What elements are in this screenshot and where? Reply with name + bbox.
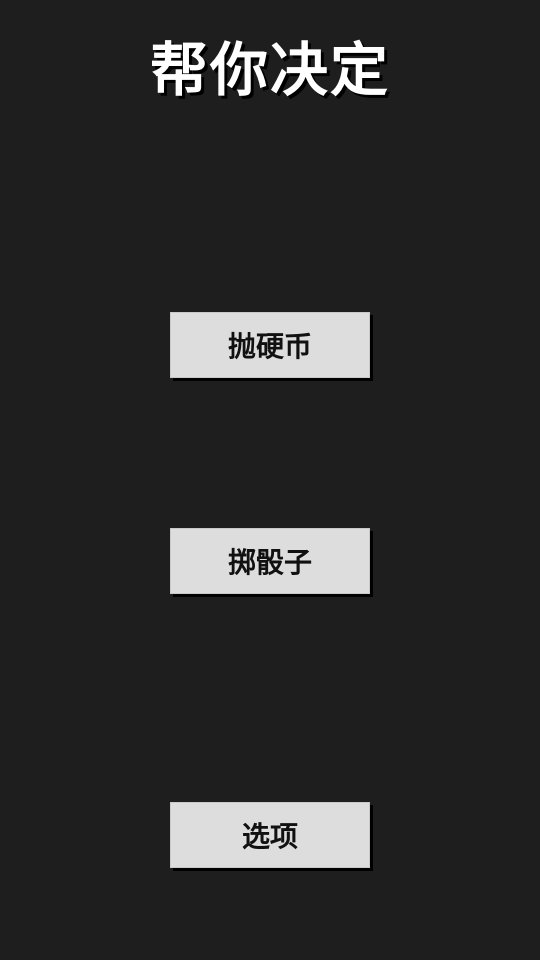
roll-dice-label: 掷骰子 — [227, 546, 312, 579]
app-screen: 帮你决定 抛硬币 掷骰子 选项 — [0, 0, 540, 960]
app-title: 帮你决定 — [149, 36, 390, 104]
flip-coin-button[interactable]: 抛硬币 — [170, 312, 370, 378]
options-button[interactable]: 选项 — [170, 802, 370, 868]
roll-dice-button[interactable]: 掷骰子 — [170, 528, 370, 594]
options-label: 选项 — [241, 820, 298, 853]
flip-coin-label: 抛硬币 — [227, 330, 312, 363]
